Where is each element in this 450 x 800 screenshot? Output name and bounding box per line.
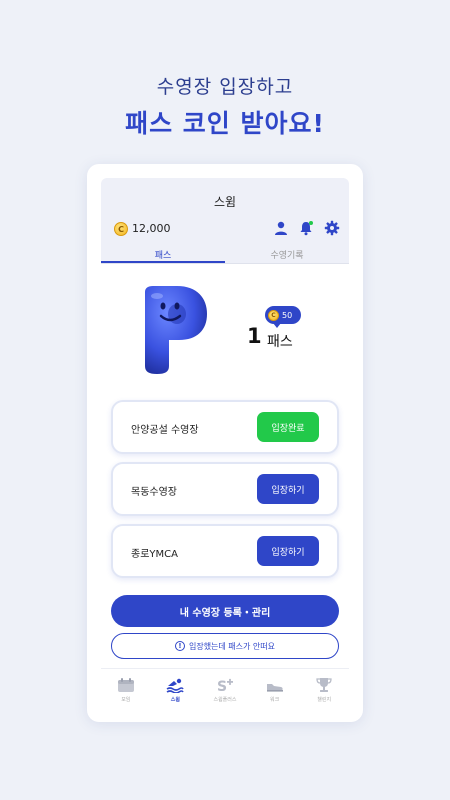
- promo-subtitle: 수영장 입장하고: [156, 76, 294, 98]
- nav-label: 워크: [269, 697, 280, 703]
- profile-icon[interactable]: [273, 220, 289, 236]
- bottom-nav: 모임 스윔 S 스윔플러스 워크 챌린지: [101, 668, 349, 708]
- tab-swim-record[interactable]: 수영기록: [225, 244, 349, 263]
- nav-item-swim[interactable]: 스윔: [151, 669, 201, 708]
- coin-reward-badge: C 50: [265, 306, 301, 328]
- promo-title: 패스 코인 받아요!: [125, 109, 325, 138]
- app-screen: 스윔 C 12,000 패스 수영기록 C 50 1 패스 안양공설 수영장 입…: [101, 178, 349, 708]
- entry-complete-button[interactable]: 입장완료: [257, 412, 319, 442]
- pass-mascot-image: [145, 286, 207, 374]
- pool-name: 종로YMCA: [131, 549, 178, 560]
- trophy-icon: [316, 678, 332, 692]
- alert-icon: !: [174, 641, 185, 651]
- enter-button[interactable]: 입장하기: [257, 536, 319, 566]
- coin-icon: C: [268, 309, 279, 321]
- pass-info: C 50 1 패스: [247, 306, 337, 356]
- pass-missing-help-button[interactable]: ! 입장했는데 패스가 안떠요: [111, 633, 339, 659]
- bell-icon[interactable]: [298, 220, 314, 236]
- pool-card: 목동수영장 입장하기: [111, 462, 339, 516]
- tab-bar: 패스 수영기록: [101, 244, 349, 264]
- manage-pools-button[interactable]: 내 수영장 등록・관리: [111, 595, 339, 627]
- nav-item-walk[interactable]: 워크: [250, 669, 300, 708]
- app-title: 스윔: [213, 195, 237, 209]
- tab-pass[interactable]: 패스: [101, 244, 225, 263]
- nav-label: 챌린지: [317, 697, 332, 703]
- coin-icon: C: [114, 222, 128, 236]
- pass-count: 1: [247, 324, 262, 348]
- pool-name: 안양공설 수영장: [131, 425, 199, 436]
- calendar-icon: [117, 678, 134, 692]
- enter-button[interactable]: 입장하기: [257, 474, 319, 504]
- nav-item-swim-plus[interactable]: S 스윔플러스: [200, 669, 250, 708]
- pool-card: 종로YMCA 입장하기: [111, 524, 339, 578]
- coin-reward-amount: 50: [282, 310, 293, 320]
- nav-label: 스윔: [170, 697, 180, 703]
- pool-name: 목동수영장: [131, 487, 177, 498]
- swimmer-icon: [166, 678, 185, 693]
- gear-icon[interactable]: [324, 220, 340, 236]
- svg-text:S: S: [217, 679, 227, 693]
- help-label: 입장했는데 패스가 안떠요: [188, 641, 276, 651]
- nav-item-challenge[interactable]: 챌린지: [299, 669, 349, 708]
- s-plus-icon: S: [217, 678, 233, 693]
- pass-unit: 패스: [267, 334, 293, 350]
- nav-label: 모임: [121, 697, 131, 703]
- app-header: 스윔 C 12,000 패스 수영기록: [101, 178, 349, 264]
- nav-item-meetup[interactable]: 모임: [101, 669, 151, 708]
- pool-card: 안양공설 수영장 입장완료: [111, 400, 339, 454]
- shoe-icon: [266, 684, 283, 692]
- nav-label: 스윔플러스: [213, 697, 237, 703]
- coin-balance: 12,000: [132, 222, 171, 235]
